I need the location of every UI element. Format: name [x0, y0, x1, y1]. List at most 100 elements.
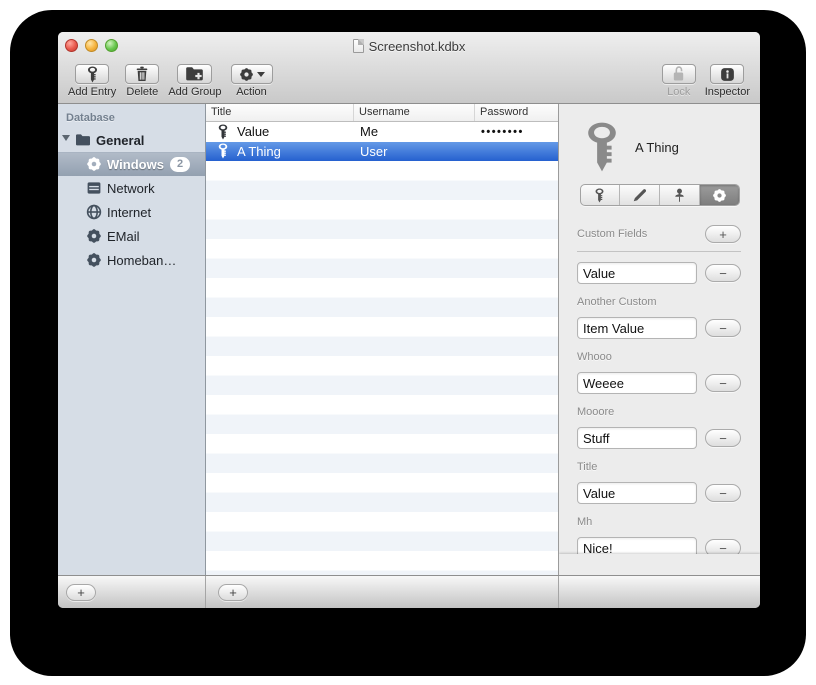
inspector-scroll-area[interactable]: A Thing Custom Fields + −: [559, 104, 760, 554]
custom-field-label: Another Custom: [577, 296, 657, 308]
app-window: Screenshot.kdbx Add Entry Delete Add Gro…: [58, 32, 760, 608]
inspector-button[interactable]: Inspector: [705, 64, 750, 98]
custom-field-group: Whooo −: [577, 351, 741, 394]
info-icon: [720, 67, 735, 82]
remove-custom-field-button[interactable]: −: [705, 319, 741, 337]
gear-icon: [712, 188, 727, 203]
remove-custom-field-button[interactable]: −: [705, 374, 741, 392]
custom-field-group: Title −: [577, 461, 741, 504]
sidebar-item-internet[interactable]: Internet: [58, 200, 205, 224]
gear-icon: [239, 67, 254, 82]
key-icon: [87, 66, 98, 83]
globe-icon: [86, 204, 102, 220]
lock-button[interactable]: Lock: [661, 64, 696, 98]
toolbar-right-group: Lock Inspector: [661, 64, 750, 98]
cell-username: Me: [360, 124, 379, 140]
sidebar-item-label: Windows: [107, 156, 164, 172]
table-header: Title Username Password: [206, 104, 558, 122]
custom-field-value-input[interactable]: [577, 262, 697, 284]
window-title: Screenshot.kdbx: [368, 38, 466, 54]
disclosure-triangle-icon[interactable]: [62, 134, 70, 146]
table-row-selected[interactable]: A Thing User: [206, 141, 558, 161]
pushpin-icon: [672, 188, 687, 203]
sidebar-section-header: Database: [66, 112, 115, 124]
inspector-label: Inspector: [704, 86, 750, 98]
remove-custom-field-button[interactable]: −: [705, 264, 741, 282]
toolbar: Add Entry Delete Add Group Action Lock I…: [58, 60, 760, 103]
sidebar: Database General Windows 2 Network Inter…: [58, 104, 206, 575]
titlebar[interactable]: Screenshot.kdbx: [58, 32, 760, 60]
custom-field-value-input[interactable]: [577, 482, 697, 504]
entry-header: A Thing: [585, 120, 760, 174]
empty-rows-area[interactable]: [206, 161, 558, 575]
trash-icon: [135, 66, 149, 82]
remove-custom-field-button[interactable]: −: [705, 484, 741, 502]
custom-field-label: Mooore: [577, 406, 615, 418]
sidebar-item-label: Network: [107, 180, 155, 196]
entry-table: Title Username Password Value Me •••••••…: [206, 104, 559, 575]
remove-custom-field-button[interactable]: −: [705, 539, 741, 554]
column-header-password[interactable]: Password: [475, 104, 558, 121]
sidebar-item-windows[interactable]: Windows 2: [58, 152, 205, 176]
delete-label: Delete: [126, 86, 159, 98]
bottom-bar-sidebar-section: +: [58, 576, 206, 608]
bottom-bar-table-section: +: [206, 576, 559, 608]
chevron-down-icon: [256, 71, 265, 77]
remove-custom-field-button[interactable]: −: [705, 429, 741, 447]
inspector-tabs: [579, 184, 740, 206]
cell-username: User: [360, 143, 388, 159]
add-entry-button[interactable]: Add Entry: [68, 64, 116, 98]
delete-button[interactable]: Delete: [125, 64, 160, 98]
custom-field-value-input[interactable]: [577, 372, 697, 394]
divider: [577, 251, 741, 252]
add-entry-plus-button[interactable]: +: [218, 583, 248, 601]
sidebar-item-label: EMail: [107, 228, 140, 244]
sidebar-item-email[interactable]: EMail: [58, 224, 205, 248]
custom-field-label: Title: [577, 461, 598, 473]
sidebar-item-homebanking[interactable]: Homeban…: [58, 248, 205, 272]
custom-fields-header: Custom Fields +: [577, 225, 741, 243]
custom-field-group: Mh −: [577, 516, 741, 554]
table-row[interactable]: Value Me ••••••••: [206, 122, 558, 142]
tab-general[interactable]: [581, 185, 620, 205]
cell-title: Value: [237, 124, 270, 140]
sidebar-item-label: Internet: [107, 204, 152, 220]
sidebar-item-network[interactable]: Network: [58, 176, 205, 200]
toolbar-left-group: Add Entry Delete Add Group Action: [68, 64, 273, 98]
action-button[interactable]: Action: [230, 64, 273, 98]
tab-custom-fields[interactable]: [698, 185, 739, 205]
entry-count-badge: 2: [169, 156, 191, 172]
add-group-button[interactable]: Add Group: [168, 64, 222, 98]
custom-field-value-input[interactable]: [577, 537, 697, 554]
server-icon: [86, 180, 102, 196]
sidebar-item-label: Homeban…: [107, 252, 177, 268]
add-custom-field-button[interactable]: +: [705, 225, 741, 243]
folder-icon: [75, 132, 91, 148]
inspector-bottom-fade: [559, 554, 760, 575]
cell-title: A Thing: [237, 143, 281, 159]
entry-title: A Thing: [635, 139, 679, 155]
tab-attachments[interactable]: [659, 185, 699, 205]
column-header-title[interactable]: Title: [206, 104, 354, 121]
document-icon: [352, 39, 364, 53]
gear-icon: [86, 252, 102, 268]
padlock-open-icon: [672, 66, 685, 82]
add-entry-label: Add Entry: [68, 86, 117, 98]
custom-field-value-input[interactable]: [577, 317, 697, 339]
key-icon: [218, 124, 228, 140]
custom-field-group: Mooore −: [577, 406, 741, 449]
custom-field-label: Whooo: [577, 351, 612, 363]
column-header-username[interactable]: Username: [354, 104, 475, 121]
custom-field-value-input[interactable]: [577, 427, 697, 449]
action-label: Action: [236, 86, 267, 98]
add-group-plus-button[interactable]: +: [66, 583, 96, 601]
key-icon: [592, 188, 607, 203]
key-icon: [585, 121, 619, 173]
pencil-icon: [632, 188, 647, 203]
bottom-bar-inspector-section: [559, 576, 760, 608]
tab-notes[interactable]: [619, 185, 659, 205]
sidebar-item-general[interactable]: General: [58, 128, 205, 152]
custom-fields-title: Custom Fields: [577, 228, 648, 240]
sidebar-item-label: General: [96, 132, 145, 148]
custom-field-label: Mh: [577, 516, 593, 528]
